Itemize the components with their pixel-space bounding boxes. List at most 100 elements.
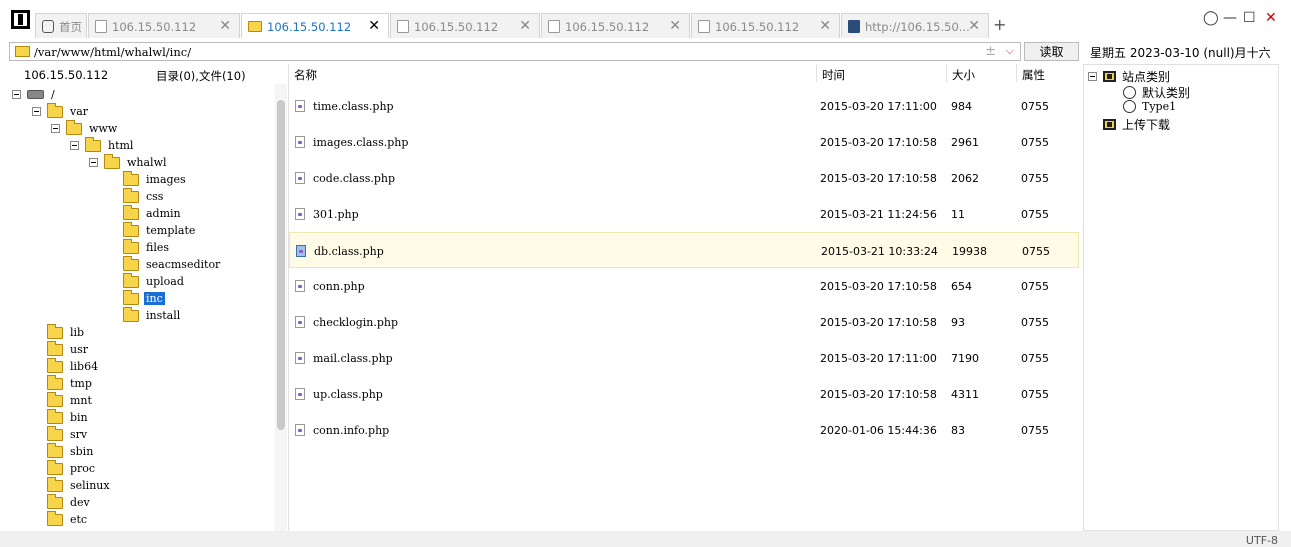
tree-node[interactable]: lib64 xyxy=(47,357,100,375)
category-scrollbar[interactable] xyxy=(1279,64,1291,531)
tree-node[interactable]: proc xyxy=(47,459,97,477)
tree-node[interactable]: css xyxy=(123,187,165,205)
folder-icon xyxy=(47,442,63,458)
tree-node-label: admin xyxy=(146,207,181,220)
tree-node-selected[interactable]: inc xyxy=(123,289,165,307)
close-icon[interactable]: ✕ xyxy=(519,18,531,34)
tree-node[interactable]: upload xyxy=(123,272,186,290)
tree-node[interactable]: www xyxy=(51,119,119,137)
tree-node[interactable]: var xyxy=(32,102,90,120)
tree-scrollbar[interactable] xyxy=(275,84,287,531)
close-icon[interactable]: ✕ xyxy=(368,18,380,34)
column-divider[interactable] xyxy=(946,64,947,82)
file-row[interactable]: mail.class.php 2015-03-20 17:11:00 7190 … xyxy=(289,340,1079,376)
file-attr: 0755 xyxy=(1021,208,1049,221)
tree-node[interactable]: etc xyxy=(47,510,89,528)
collapse-icon[interactable] xyxy=(32,107,41,116)
tree-node[interactable]: / xyxy=(12,86,57,103)
tab-label: 首页 xyxy=(59,19,82,34)
tree-node-label: css xyxy=(146,190,164,203)
column-header-size[interactable]: 大小 xyxy=(952,67,975,83)
tree-node[interactable]: seacmseditor xyxy=(123,255,222,273)
tab-session-1[interactable]: 106.15.50.112 ✕ xyxy=(88,13,240,39)
add-tab-button[interactable]: + xyxy=(993,15,1006,34)
read-button[interactable]: 读取 xyxy=(1024,42,1079,61)
file-time: 2020-01-06 15:44:36 xyxy=(820,424,937,437)
category-site[interactable]: 站点类别 xyxy=(1088,68,1170,85)
restore-icon[interactable]: ◯ xyxy=(1203,10,1219,26)
tree-node[interactable]: images xyxy=(123,170,188,188)
folder-icon xyxy=(47,408,63,424)
collapse-icon[interactable] xyxy=(70,141,79,150)
tab-home[interactable]: 首页 xyxy=(35,13,87,39)
tab-session-4[interactable]: 106.15.50.112 ✕ xyxy=(541,13,690,39)
collapse-icon[interactable] xyxy=(51,124,60,133)
close-icon[interactable]: ✕ xyxy=(819,18,831,34)
tree-node[interactable]: template xyxy=(123,221,197,239)
folder-icon xyxy=(123,204,139,220)
scrollbar-thumb[interactable] xyxy=(277,100,285,430)
tree-node[interactable]: mnt xyxy=(47,391,94,409)
php-file-icon xyxy=(296,245,306,257)
category-default[interactable]: 默认类别 xyxy=(1123,84,1190,101)
tree-node[interactable]: usr xyxy=(47,340,90,358)
close-window-icon[interactable]: ✕ xyxy=(1265,10,1277,26)
file-name: mail.class.php xyxy=(313,352,393,365)
tree-node[interactable]: install xyxy=(123,306,182,324)
file-row[interactable]: checklogin.php 2015-03-20 17:10:58 93 07… xyxy=(289,304,1079,340)
category-type1[interactable]: Type1 xyxy=(1123,100,1176,113)
file-row[interactable]: time.class.php 2015-03-20 17:11:00 984 0… xyxy=(289,88,1079,124)
file-size: 2062 xyxy=(951,172,979,185)
collapse-icon[interactable] xyxy=(89,158,98,167)
close-icon[interactable]: ✕ xyxy=(968,18,980,34)
file-attr: 0755 xyxy=(1021,424,1049,437)
tab-session-5[interactable]: 106.15.50.112 ✕ xyxy=(691,13,840,39)
tree-node[interactable]: dev xyxy=(47,493,92,511)
file-row[interactable]: code.class.php 2015-03-20 17:10:58 2062 … xyxy=(289,160,1079,196)
close-icon[interactable]: ✕ xyxy=(219,18,231,34)
file-row[interactable]: images.class.php 2015-03-20 17:10:58 296… xyxy=(289,124,1079,160)
folder-icon xyxy=(15,46,30,57)
file-attr: 0755 xyxy=(1021,352,1049,365)
plus-minus-icon[interactable]: ± xyxy=(985,44,996,59)
minimize-icon[interactable]: — xyxy=(1223,10,1237,26)
tree-node[interactable]: whalwl xyxy=(89,153,169,171)
tree-node[interactable]: selinux xyxy=(47,476,112,494)
tab-session-6[interactable]: http://106.15.50... ✕ xyxy=(841,13,989,39)
tree-node[interactable]: lib xyxy=(47,323,86,341)
column-divider[interactable] xyxy=(1016,64,1017,82)
file-time: 2015-03-21 10:33:24 xyxy=(821,245,938,258)
close-icon[interactable]: ✕ xyxy=(669,18,681,34)
column-header-time[interactable]: 时间 xyxy=(822,67,845,83)
folder-icon xyxy=(123,255,139,271)
tree-node[interactable]: tmp xyxy=(47,374,94,392)
file-row[interactable]: conn.php 2015-03-20 17:10:58 654 0755 xyxy=(289,268,1079,304)
tree-node[interactable]: bin xyxy=(47,408,90,426)
collapse-icon[interactable] xyxy=(1088,72,1097,81)
category-upload-download[interactable]: 上传下载 xyxy=(1103,116,1170,133)
file-row[interactable]: 301.php 2015-03-21 11:24:56 11 0755 xyxy=(289,196,1079,232)
maximize-icon[interactable]: ☐ xyxy=(1243,10,1256,26)
tree-node[interactable]: files xyxy=(123,238,171,256)
chevron-down-icon[interactable]: ⌵ xyxy=(1006,44,1014,58)
tab-session-active[interactable]: 106.15.50.112 ✕ xyxy=(241,13,389,39)
column-header-attr[interactable]: 属性 xyxy=(1022,67,1045,83)
column-header-name[interactable]: 名称 xyxy=(294,67,317,83)
tree-node[interactable]: sbin xyxy=(47,442,95,460)
tree-node[interactable]: html xyxy=(70,136,135,154)
tree-node[interactable]: admin xyxy=(123,204,183,222)
tree-node[interactable]: srv xyxy=(47,425,89,443)
app-logo-icon[interactable] xyxy=(11,10,30,29)
file-row[interactable]: up.class.php 2015-03-20 17:10:58 4311 07… xyxy=(289,376,1079,412)
folder-icon xyxy=(123,170,139,186)
folder-icon xyxy=(85,136,101,152)
collapse-icon[interactable] xyxy=(12,90,21,99)
path-input[interactable]: /var/www/html/whalwl/inc/ ± ⌵ xyxy=(9,42,1021,61)
tab-label: 106.15.50.112 xyxy=(414,19,499,34)
tab-session-3[interactable]: 106.15.50.112 ✕ xyxy=(390,13,540,39)
file-row-highlighted[interactable]: db.class.php 2015-03-21 10:33:24 19938 0… xyxy=(289,232,1079,268)
tree-node-label: template xyxy=(146,224,196,237)
file-row[interactable]: conn.info.php 2020-01-06 15:44:36 83 075… xyxy=(289,412,1079,448)
column-divider[interactable] xyxy=(816,64,817,82)
dir-count-label: 目录(0),文件(10) xyxy=(156,69,246,83)
